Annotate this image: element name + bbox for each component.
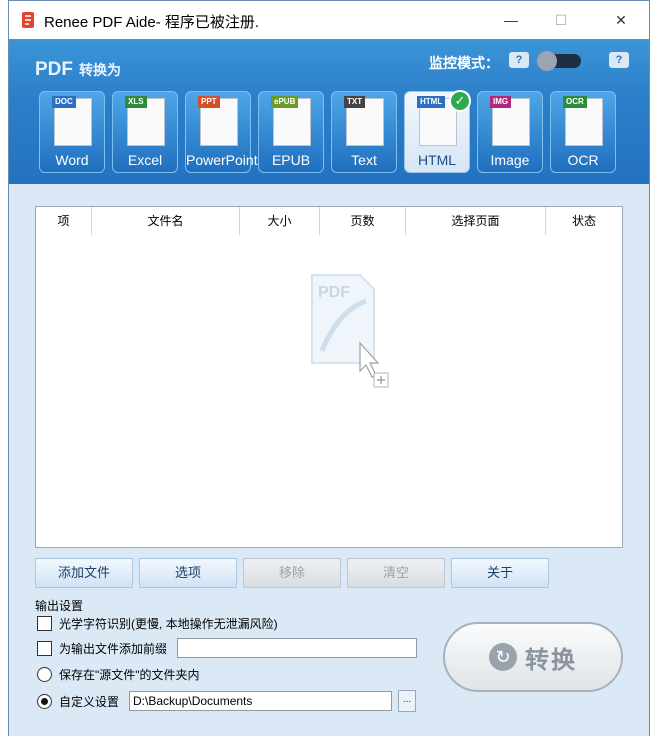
output-settings-title: 输出设置 [35, 599, 84, 613]
convert-to-epub-button[interactable]: ePUB EPUB [258, 91, 324, 173]
convert-button[interactable]: ↻ 转换 [443, 622, 623, 692]
convert-to-html-button[interactable]: HTML HTML ✓ [404, 90, 471, 173]
app-logo-icon [22, 12, 34, 28]
column-header-filename[interactable]: 文件名 [92, 207, 240, 235]
tool-label: EPUB [271, 152, 311, 168]
options-button[interactable]: 选项 [139, 558, 237, 588]
prefix-label: 为输出文件添加前缀 [59, 642, 168, 656]
minimize-button[interactable]: — [491, 7, 531, 33]
file-type-tag: OCR [563, 96, 587, 108]
ocr-option[interactable]: 光学字符识别(更慢, 本地操作无泄漏风险) [37, 615, 278, 632]
tool-label: OCR [567, 152, 599, 168]
column-header-index[interactable]: 项 [36, 207, 92, 235]
source-folder-label: 保存在"源文件"的文件夹内 [59, 668, 200, 682]
convert-label: 转换 [525, 646, 577, 674]
custom-path-input[interactable]: D:\Backup\Documents [129, 691, 392, 711]
column-header-page-selection[interactable]: 选择页面 [406, 207, 546, 235]
file-type-tag: DOC [52, 96, 76, 108]
column-header-pages[interactable]: 页数 [320, 207, 406, 235]
drag-drop-pdf-icon: PDF [311, 274, 389, 388]
pdf-convert-label: PDF 转换为 [35, 59, 121, 81]
file-type-tag: ePUB [271, 96, 299, 108]
prefix-option[interactable]: 为输出文件添加前缀 [37, 640, 167, 657]
remove-button[interactable]: 移除 [243, 558, 341, 588]
convert-to-word-button[interactable]: DOC Word [39, 91, 105, 173]
prefix-input[interactable] [177, 638, 417, 658]
file-type-tag: TXT [344, 96, 366, 108]
file-type-tag: PPT [198, 96, 220, 108]
pdf-sub-label: 转换为 [79, 62, 121, 78]
convert-to-image-button[interactable]: IMG Image [477, 91, 543, 173]
prefix-checkbox[interactable] [37, 641, 52, 656]
tool-label: Excel [127, 152, 163, 168]
convert-target-header: PDF 转换为 ? 监控模式： ? DOC Word XLS Excel PPT Power… [9, 39, 649, 184]
window-title: Renee PDF Aide- 程序已被注册. [44, 14, 260, 31]
browse-button[interactable]: ... [398, 690, 416, 712]
tool-label: Image [490, 152, 530, 168]
column-header-size[interactable]: 大小 [240, 207, 320, 235]
pdf-label-text: PDF [35, 59, 73, 80]
convert-to-powerpoint-button[interactable]: PPT PowerPoint [185, 91, 258, 173]
title-bar: Renee PDF Aide- 程序已被注册. — ☐ ✕ [9, 1, 649, 39]
app-window: Renee PDF Aide- 程序已被注册. — ☐ ✕ PDF 转换为 ? 监… [8, 0, 650, 736]
tool-label: Word [55, 152, 89, 168]
convert-refresh-icon: ↻ [489, 643, 517, 671]
custom-folder-radio[interactable] [37, 694, 52, 709]
maximize-button[interactable]: ☐ [541, 7, 581, 33]
convert-to-text-button[interactable]: TXT Text [331, 91, 397, 173]
column-header-status[interactable]: 状态 [546, 207, 622, 235]
close-icon: ✕ [615, 11, 627, 28]
file-type-tag: XLS [125, 96, 147, 108]
convert-to-excel-button[interactable]: XLS Excel [112, 91, 178, 173]
minimize-icon: — [504, 12, 518, 28]
about-button[interactable]: 关于 [451, 558, 549, 588]
tool-label: Text [351, 152, 377, 168]
svg-text:PDF: PDF [318, 284, 350, 301]
file-type-tag: IMG [490, 96, 512, 108]
ocr-label: 光学字符识别(更慢, 本地操作无泄漏风险) [59, 617, 278, 631]
tool-label: HTML [417, 152, 457, 168]
close-button[interactable]: ✕ [601, 7, 641, 33]
add-file-button[interactable]: 添加文件 [35, 558, 133, 588]
custom-folder-option[interactable]: 自定义设置 [37, 693, 119, 710]
source-folder-option[interactable]: 保存在"源文件"的文件夹内 [37, 666, 200, 683]
clear-button[interactable]: 清空 [347, 558, 445, 588]
ocr-checkbox[interactable] [37, 616, 52, 631]
main-panel: 项 文件名 大小 页数 选择页面 状态 PDF 添加文件 选项 移除 清空 关于… [9, 184, 649, 736]
file-type-tag: HTML [417, 96, 446, 108]
selected-check-icon: ✓ [449, 90, 471, 112]
toggle-knob [537, 51, 557, 71]
help-icon[interactable]: ? [609, 52, 629, 68]
convert-to-ocr-button[interactable]: OCR OCR [550, 91, 616, 173]
maximize-icon: ☐ [554, 11, 568, 28]
source-folder-radio[interactable] [37, 667, 52, 682]
monitor-mode-label: 监控模式： [429, 55, 499, 71]
help-icon[interactable]: ? [509, 52, 529, 68]
tool-label: PowerPoint [186, 152, 258, 168]
file-list-table[interactable]: 项 文件名 大小 页数 选择页面 状态 PDF [35, 206, 623, 548]
monitor-mode-toggle[interactable] [537, 51, 581, 71]
custom-folder-label: 自定义设置 [59, 695, 120, 709]
